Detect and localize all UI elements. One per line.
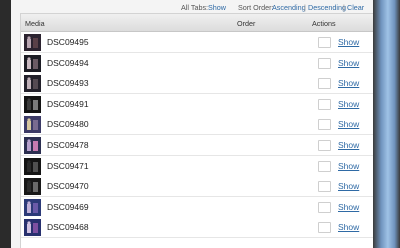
order-checkbox[interactable] — [318, 201, 331, 213]
toolbar-separator: | — [343, 3, 345, 12]
toolbar-separator: | — [304, 3, 306, 12]
sort-order-label: Sort Order: — [238, 3, 274, 12]
show-media-link[interactable]: Show — [338, 78, 359, 88]
table-row: DSC09470 Show — [21, 176, 373, 198]
order-checkbox[interactable] — [318, 222, 331, 234]
table-row: DSC09493 Show — [21, 73, 373, 95]
table-row: DSC09480 Show — [21, 114, 373, 136]
photo-thumbnail-icon[interactable] — [24, 198, 41, 216]
show-media-link[interactable]: Show — [338, 161, 359, 171]
show-media-link[interactable]: Show — [338, 58, 359, 68]
photo-thumbnail-icon[interactable] — [24, 137, 41, 154]
window-edge-bar — [373, 0, 400, 248]
table-row: DSC09495 Show — [21, 32, 373, 53]
photo-thumbnail-icon[interactable] — [24, 54, 41, 72]
media-filename: DSC09495 — [47, 37, 89, 47]
order-checkbox[interactable] — [318, 119, 331, 131]
show-media-link[interactable]: Show — [338, 140, 359, 150]
order-checkbox[interactable] — [318, 78, 331, 90]
order-checkbox[interactable] — [318, 57, 331, 69]
table-row: DSC09468 Show — [21, 217, 373, 239]
photo-thumbnail-icon[interactable] — [24, 34, 41, 51]
media-modal-panel: All Tabs: Show Sort Order: Ascending | D… — [11, 0, 373, 248]
order-checkbox[interactable] — [318, 160, 331, 172]
all-tabs-label: All Tabs: — [181, 3, 209, 12]
show-all-tabs-link[interactable]: Show — [208, 3, 226, 12]
table-row: DSC09491 Show — [21, 93, 373, 115]
media-filename: DSC09471 — [47, 160, 89, 171]
order-checkbox[interactable] — [318, 181, 331, 193]
show-media-link[interactable]: Show — [338, 37, 359, 47]
table-row: DSC09469 Show — [21, 196, 373, 218]
sort-ascending-link[interactable]: Ascending — [272, 3, 306, 12]
media-filename: DSC09478 — [47, 140, 89, 150]
media-filename: DSC09468 — [47, 222, 89, 233]
tab-toolbar: All Tabs: Show Sort Order: Ascending | D… — [11, 0, 373, 13]
order-checkbox[interactable] — [318, 140, 331, 151]
photo-thumbnail-icon[interactable] — [24, 75, 41, 93]
order-checkbox[interactable] — [318, 98, 331, 110]
photo-thumbnail-icon[interactable] — [24, 95, 41, 113]
show-media-link[interactable]: Show — [338, 202, 359, 212]
clear-sort-link[interactable]: Clear — [347, 3, 364, 12]
table-header: Media Order Actions — [21, 14, 373, 32]
photo-thumbnail-icon[interactable] — [24, 178, 41, 196]
column-header-media[interactable]: Media — [25, 19, 45, 28]
photo-thumbnail-icon[interactable] — [24, 157, 41, 175]
photo-thumbnail-icon[interactable] — [24, 219, 41, 237]
photo-thumbnail-icon[interactable] — [24, 116, 41, 134]
media-table: Media Order Actions DSC09495 Show DSC09494… — [20, 13, 373, 248]
show-media-link[interactable]: Show — [338, 99, 359, 109]
show-media-link[interactable]: Show — [338, 181, 359, 191]
media-filename: DSC09469 — [47, 201, 89, 212]
background-text-fragment — [0, 55, 2, 62]
column-header-actions: Actions — [312, 19, 336, 28]
media-filename: DSC09491 — [47, 98, 89, 109]
show-media-link[interactable]: Show — [338, 119, 359, 129]
media-filename: DSC09493 — [47, 78, 89, 89]
sort-descending-link[interactable]: Descending — [308, 3, 346, 12]
column-header-order[interactable]: Order — [237, 19, 255, 28]
show-media-link[interactable]: Show — [338, 222, 359, 232]
media-filename: DSC09494 — [47, 57, 89, 68]
media-filename: DSC09470 — [47, 181, 89, 192]
order-checkbox[interactable] — [318, 37, 331, 48]
table-row: DSC09494 Show — [21, 52, 373, 74]
table-row: DSC09471 Show — [21, 155, 373, 177]
table-row: DSC09478 Show — [21, 135, 373, 156]
media-filename: DSC09480 — [47, 119, 89, 130]
